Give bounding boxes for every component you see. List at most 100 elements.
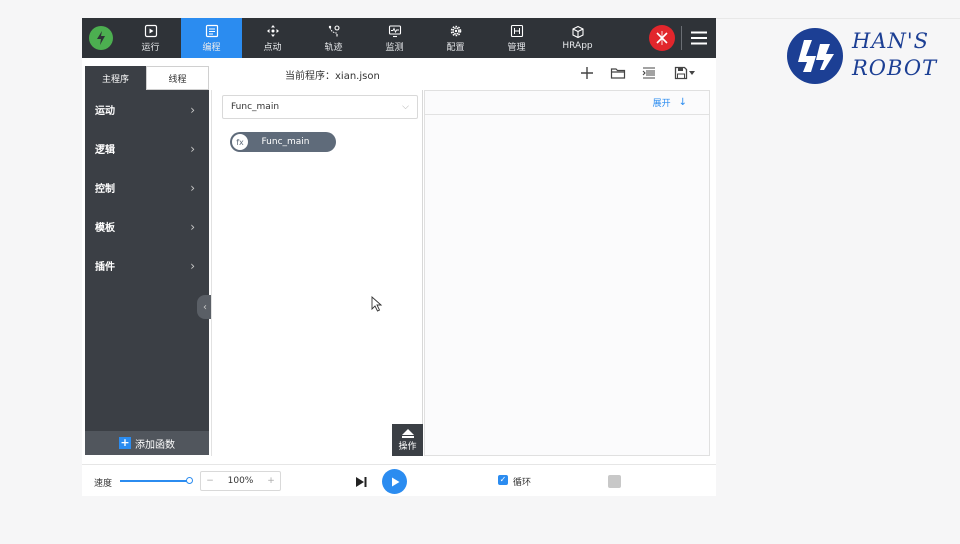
- nav-hrapp[interactable]: HRApp: [547, 18, 608, 58]
- save-program-button[interactable]: [672, 65, 698, 81]
- open-program-button[interactable]: [610, 65, 626, 81]
- bottom-control-bar: 速度 − 100% + ✓ 循环: [82, 464, 716, 496]
- nav-jog[interactable]: 点动: [242, 18, 303, 58]
- align-icon: [642, 67, 655, 79]
- tab-main-program[interactable]: 主程序: [85, 66, 146, 90]
- chevron-right-icon: ›: [190, 219, 195, 234]
- sidebar-item-label: 逻辑: [95, 145, 115, 156]
- sidebar-item-template[interactable]: 模板 ›: [85, 207, 209, 246]
- plus-icon: [581, 67, 593, 79]
- play-icon: [144, 24, 157, 37]
- brand-line-2: ROBOT: [852, 56, 938, 80]
- caret-down-icon: [689, 71, 695, 75]
- chevron-right-icon: ›: [190, 180, 195, 195]
- speed-slider-handle[interactable]: [186, 477, 193, 484]
- sidebar-item-logic[interactable]: 逻辑 ›: [85, 129, 209, 168]
- operation-button[interactable]: 操作: [392, 424, 423, 456]
- loop-label: 循环: [513, 478, 532, 488]
- play-icon: [391, 477, 399, 486]
- brand-line-1: HAN'S: [852, 29, 930, 53]
- chevron-down-icon: ⌵: [402, 102, 409, 112]
- speed-label: 速度: [94, 479, 113, 489]
- chevron-left-icon: ‹: [203, 301, 207, 313]
- brand-wordmark: HAN'S ROBOT: [852, 28, 937, 82]
- function-node[interactable]: fx Func_main: [230, 132, 336, 152]
- detail-header: 展开 ↓: [425, 91, 709, 115]
- sidebar-item-motion[interactable]: 运动 ›: [85, 90, 209, 129]
- stop-button[interactable]: [608, 475, 621, 488]
- sidebar-item-label: 运动: [95, 106, 115, 117]
- trajectory-icon: [328, 25, 340, 36]
- speed-value[interactable]: 100%: [219, 476, 262, 486]
- add-function-button[interactable]: + 添加函数: [85, 431, 209, 455]
- hamburger-icon: [691, 31, 707, 45]
- format-program-button[interactable]: [641, 65, 657, 81]
- nav-monitor-label: 监测: [385, 42, 404, 53]
- nav-manage[interactable]: 管理: [486, 18, 547, 58]
- nav-manage-label: 管理: [507, 42, 526, 53]
- expand-button[interactable]: 展开: [653, 96, 671, 109]
- nav-run[interactable]: 运行: [120, 18, 181, 58]
- sidebar-item-label: 模板: [95, 223, 115, 234]
- folder-icon: [610, 68, 626, 79]
- nav-run-label: 运行: [141, 42, 160, 53]
- plus-icon: +: [119, 436, 131, 449]
- chevron-right-icon: ›: [190, 258, 195, 273]
- sidebar-item-label: 控制: [95, 184, 115, 195]
- loop-checkbox[interactable]: ✓: [498, 475, 508, 485]
- app-window: 运行 编程 点动 轨迹 监测 配置 管理 HRApp 当前程序：xian.jso…: [82, 18, 716, 496]
- brand-emblem-icon: [787, 28, 843, 84]
- app-logo: [82, 18, 120, 58]
- command-sidebar: 主程序 线程 运动 › 逻辑 › 控制 › 模板 › 插件 › + 添加函数 ‹: [85, 66, 213, 455]
- cube-icon: [571, 25, 584, 39]
- arrow-down-icon: ↓: [678, 97, 687, 108]
- operation-label: 操作: [398, 441, 417, 452]
- divider: [716, 18, 960, 19]
- nav-jog-label: 点动: [263, 42, 282, 53]
- chevron-right-icon: ›: [190, 141, 195, 156]
- nav-hrapp-label: HRApp: [562, 41, 593, 51]
- program-icon: [205, 24, 218, 37]
- hans-robot-logo: HAN'S ROBOT: [786, 26, 946, 88]
- top-nav-bar: 运行 编程 点动 轨迹 监测 配置 管理 HRApp: [82, 18, 716, 58]
- detail-panel: 展开 ↓: [424, 90, 710, 456]
- nav-trajectory[interactable]: 轨迹: [303, 18, 364, 58]
- program-toolbar: 当前程序：xian.json: [209, 58, 716, 88]
- screen: 运行 编程 点动 轨迹 监测 配置 管理 HRApp 当前程序：xian.jso…: [0, 0, 960, 544]
- speed-decrease-button[interactable]: −: [201, 476, 219, 486]
- chevron-right-icon: ›: [190, 102, 195, 117]
- move-icon: [266, 24, 279, 37]
- nav-monitor[interactable]: 监测: [364, 18, 425, 58]
- speed-slider[interactable]: [120, 480, 190, 482]
- emergency-stop-button[interactable]: [643, 18, 681, 58]
- speed-stepper: − 100% +: [200, 471, 281, 491]
- nav-trajectory-label: 轨迹: [324, 42, 343, 53]
- gear-icon: [450, 25, 461, 36]
- toolbar-actions: [579, 65, 698, 81]
- nav-program-label: 编程: [202, 42, 221, 53]
- step-forward-icon: [356, 477, 367, 487]
- function-fx-icon: fx: [231, 133, 249, 151]
- speed-increase-button[interactable]: +: [262, 476, 280, 486]
- function-node-label: Func_main: [261, 137, 310, 147]
- step-button[interactable]: [352, 473, 370, 491]
- new-program-button[interactable]: [579, 65, 595, 81]
- function-select[interactable]: Func_main ⌵: [222, 95, 418, 119]
- sidebar-tabs: 主程序 线程: [85, 66, 209, 90]
- function-panel: Func_main ⌵ fx Func_main: [211, 90, 423, 456]
- sidebar-item-control[interactable]: 控制 ›: [85, 168, 209, 207]
- function-select-value: Func_main: [231, 102, 280, 112]
- sidebar-item-plugin[interactable]: 插件 ›: [85, 246, 209, 285]
- play-button[interactable]: [382, 469, 407, 494]
- eject-bar: [401, 435, 414, 438]
- tab-threads[interactable]: 线程: [146, 66, 209, 90]
- nav-config[interactable]: 配置: [425, 18, 486, 58]
- nav-config-label: 配置: [446, 42, 465, 53]
- menu-button[interactable]: [682, 18, 716, 58]
- monitor-icon: [388, 24, 401, 37]
- mouse-cursor-icon: [371, 296, 383, 312]
- nav-program[interactable]: 编程: [181, 18, 242, 58]
- manage-icon: [510, 24, 523, 37]
- current-program-label: 当前程序：xian.json: [285, 71, 380, 82]
